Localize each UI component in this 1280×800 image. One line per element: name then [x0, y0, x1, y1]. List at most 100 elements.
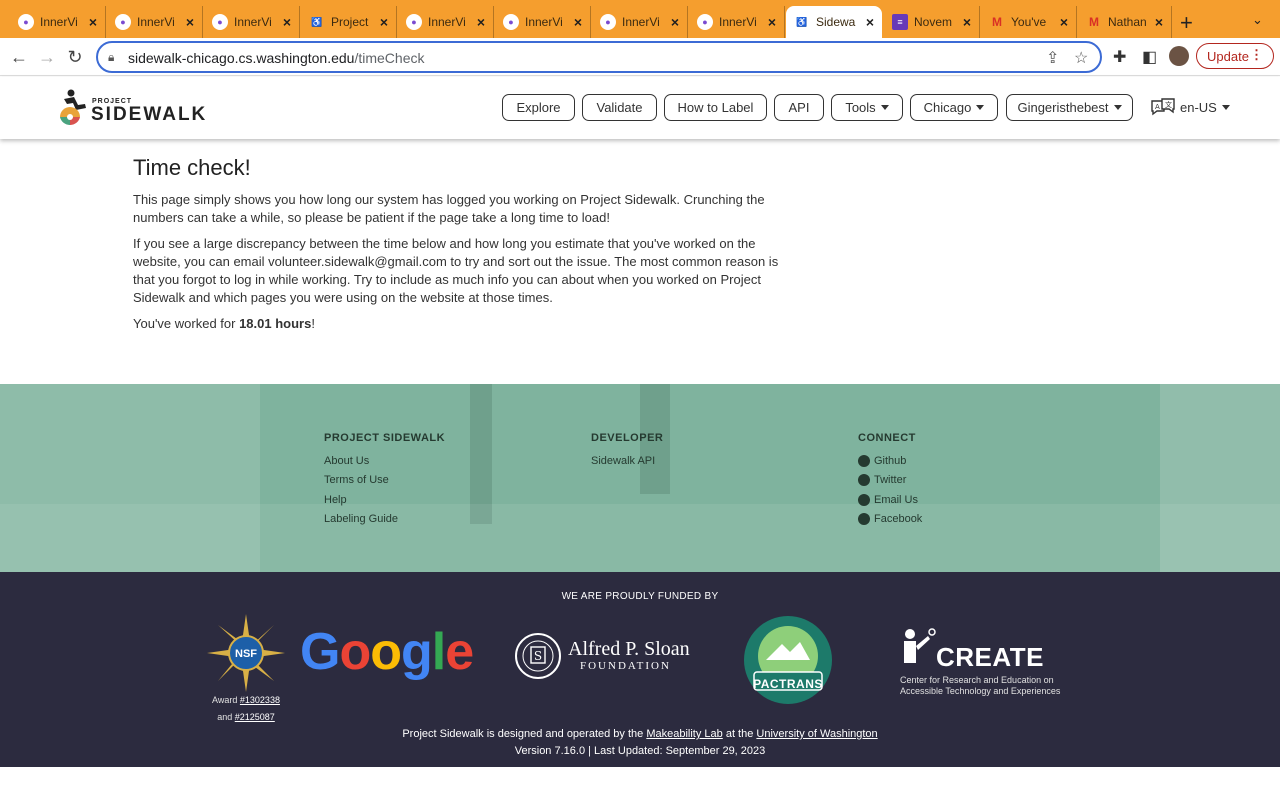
share-icon[interactable]: ⇪: [1046, 48, 1059, 68]
reload-icon[interactable]: ↻: [64, 46, 86, 68]
chevron-down-icon[interactable]: ⌄: [1252, 12, 1263, 28]
footer-heading: DEVELOPER: [591, 432, 664, 444]
browser-tab[interactable]: ● InnerVi ×: [10, 6, 106, 38]
innervision-icon: ●: [18, 14, 34, 30]
browser-tab[interactable]: M You've ×: [981, 6, 1077, 38]
pactrans-badge-icon: [744, 616, 832, 704]
sloan-name: Alfred P. Sloan: [568, 638, 690, 660]
close-tab-icon[interactable]: ×: [768, 14, 776, 30]
nav-explore-button[interactable]: Explore: [502, 94, 575, 121]
footer-heading: PROJECT SIDEWALK: [324, 432, 446, 444]
footer-link-email[interactable]: Email Us: [858, 490, 922, 510]
update-button[interactable]: Update ⋮: [1196, 43, 1274, 69]
gmail-icon: M: [1089, 15, 1099, 29]
google-letter: g: [400, 623, 433, 681]
create-person-icon: [904, 628, 936, 663]
nav-tools-dropdown[interactable]: Tools: [831, 94, 903, 121]
browser-tab[interactable]: ● InnerVi ×: [107, 6, 203, 38]
extensions-puzzle-icon[interactable]: ✚: [1113, 47, 1126, 67]
svg-text:文: 文: [1165, 100, 1172, 109]
footer-column-connect: CONNECT Github Twitter Email Us Facebook: [858, 432, 922, 529]
intro-paragraph: This page simply shows you how long our …: [133, 192, 765, 225]
google-logo[interactable]: Google: [300, 622, 474, 682]
side-panel-icon[interactable]: ◧: [1142, 47, 1157, 67]
footer-link-sidewalk-api[interactable]: Sidewalk API: [591, 451, 663, 471]
svg-text:NSF: NSF: [235, 648, 257, 660]
new-tab-icon[interactable]: +: [1180, 10, 1193, 36]
address-bar[interactable]: 🔒︎ sidewalk-chicago.cs.washington.edu/ti…: [96, 41, 1102, 73]
browser-tab[interactable]: ● InnerVi ×: [204, 6, 300, 38]
close-tab-icon[interactable]: ×: [380, 14, 388, 30]
close-tab-icon[interactable]: ×: [89, 14, 97, 30]
footer-link-twitter[interactable]: Twitter: [858, 471, 922, 491]
footer-link-terms[interactable]: Terms of Use: [324, 471, 445, 491]
university-of-washington-link[interactable]: University of Washington: [756, 728, 877, 740]
language-selector[interactable]: A 文 en-US: [1150, 97, 1230, 117]
footer-link-facebook[interactable]: Facebook: [858, 510, 922, 530]
browser-tab[interactable]: ♿ Project ×: [301, 6, 397, 38]
worked-time-line: You've worked for 18.01 hours!: [133, 316, 315, 331]
footer-link-github[interactable]: Github: [858, 451, 922, 471]
pactrans-text: PACTRANS: [753, 677, 823, 691]
caret-down-icon: [1113, 105, 1122, 110]
footer-link-about[interactable]: About Us: [324, 451, 445, 471]
nsf-logo[interactable]: NSF: [207, 614, 285, 692]
browser-tab[interactable]: ● InnerVi ×: [398, 6, 494, 38]
nav-validate-button[interactable]: Validate: [582, 94, 657, 121]
sloan-seal-icon: S: [515, 633, 561, 679]
nsf-award-text: Award #1302338 and #2125087: [212, 695, 280, 722]
close-tab-icon[interactable]: ×: [1060, 14, 1068, 30]
pactrans-logo[interactable]: PACTRANS: [742, 614, 834, 706]
project-sidewalk-logo[interactable]: PROJECT SIDEWALK: [58, 89, 205, 129]
create-logo[interactable]: CREATE Center for Research and Education…: [900, 624, 1060, 704]
google-letter: o: [370, 623, 402, 681]
nsf-award-link-2[interactable]: #2125087: [235, 712, 275, 722]
footer-link-labeling-guide[interactable]: Labeling Guide: [324, 510, 445, 530]
close-tab-icon[interactable]: ×: [866, 14, 874, 30]
back-icon[interactable]: ←: [8, 46, 30, 68]
footer-link-help[interactable]: Help: [324, 490, 445, 510]
nsf-award-link-1[interactable]: #1302338: [240, 695, 280, 705]
footer-column-developer: DEVELOPER Sidewalk API: [591, 432, 663, 471]
innervision-icon: ●: [115, 14, 131, 30]
close-tab-icon[interactable]: ×: [574, 14, 582, 30]
footer-credit: Project Sidewalk is designed and operate…: [0, 726, 1280, 760]
google-letter: o: [339, 623, 371, 681]
innervision-icon: ●: [503, 14, 519, 30]
close-tab-icon[interactable]: ×: [1155, 14, 1163, 30]
lock-icon[interactable]: 🔒︎: [108, 50, 114, 65]
nav-api-button[interactable]: API: [774, 94, 824, 121]
facebook-icon: [858, 513, 870, 526]
browser-tab-active[interactable]: ♿ Sidewa ×: [786, 6, 882, 38]
close-tab-icon[interactable]: ×: [477, 14, 485, 30]
forward-icon[interactable]: →: [36, 46, 58, 68]
browser-tab[interactable]: M Nathan ×: [1078, 6, 1172, 38]
makeability-lab-link[interactable]: Makeability Lab: [646, 728, 722, 740]
browser-tab[interactable]: ● InnerVi ×: [689, 6, 785, 38]
browser-tab[interactable]: ● InnerVi ×: [495, 6, 591, 38]
bookmark-star-icon[interactable]: ☆: [1074, 48, 1088, 68]
browser-tab[interactable]: ● InnerVi ×: [592, 6, 688, 38]
close-tab-icon[interactable]: ×: [186, 14, 194, 30]
create-title: CREATE: [936, 642, 1044, 672]
footer-column-project: PROJECT SIDEWALK About Us Terms of Use H…: [324, 432, 445, 529]
nav-user-dropdown[interactable]: Gingeristhebest: [1006, 94, 1133, 121]
close-tab-icon[interactable]: ×: [671, 14, 679, 30]
innervision-icon: ●: [600, 14, 616, 30]
google-letter: G: [300, 623, 340, 681]
innervision-icon: ●: [406, 14, 422, 30]
caret-down-icon: [976, 105, 985, 110]
sloan-foundation-logo[interactable]: S Alfred P. Sloan FOUNDATION: [514, 632, 694, 684]
nav-city-dropdown[interactable]: Chicago: [910, 94, 998, 121]
background-photo-shade: [470, 384, 492, 524]
close-tab-icon[interactable]: ×: [963, 14, 971, 30]
profile-avatar[interactable]: [1169, 46, 1189, 66]
translate-icon: A 文: [1151, 98, 1175, 116]
more-menu-icon: ⋮: [1250, 47, 1263, 62]
close-tab-icon[interactable]: ×: [283, 14, 291, 30]
sidewalk-icon: ♿: [796, 16, 808, 27]
browser-tab[interactable]: ≡ Novem ×: [884, 6, 980, 38]
svg-text:S: S: [534, 649, 542, 663]
nav-how-to-label-button[interactable]: How to Label: [664, 94, 767, 121]
innervision-icon: ●: [212, 14, 228, 30]
